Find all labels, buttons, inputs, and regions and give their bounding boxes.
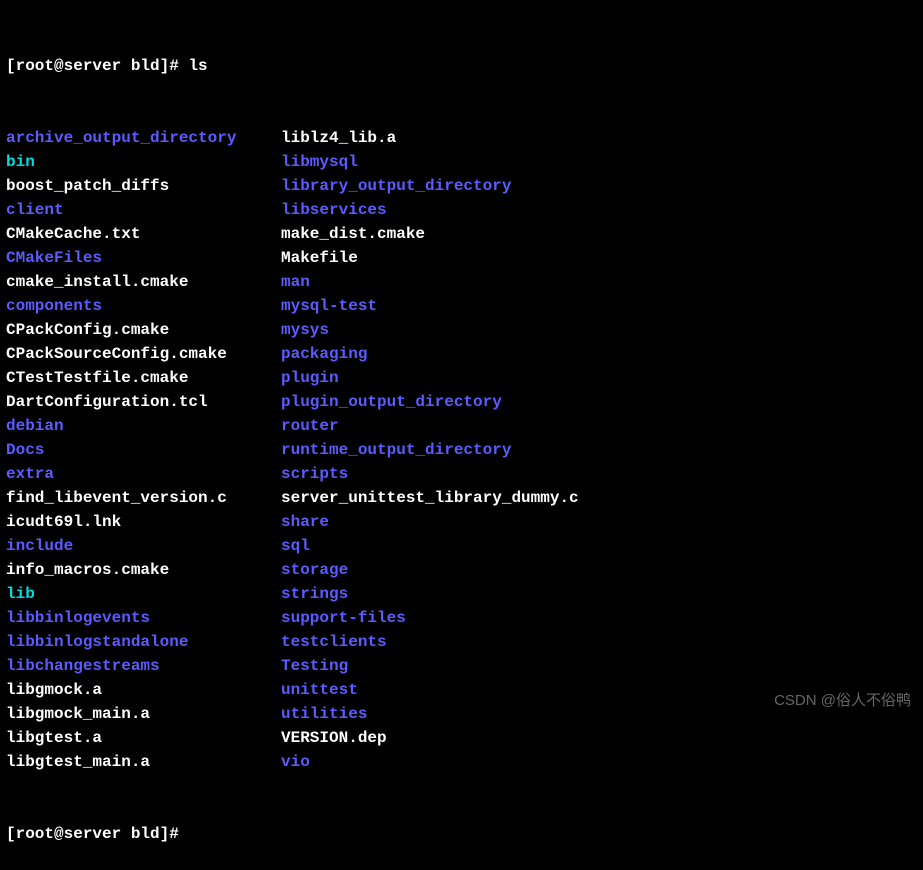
ls-entry: CMakeFiles: [6, 246, 281, 270]
listing-row: CPackSourceConfig.cmakepackaging: [6, 342, 917, 366]
ls-entry: libbinlogevents: [6, 606, 281, 630]
command-text: ls: [188, 57, 207, 75]
ls-entry: libbinlogstandalone: [6, 630, 281, 654]
listing-row: clientlibservices: [6, 198, 917, 222]
ls-entry: support-files: [281, 606, 406, 630]
ls-entry: testclients: [281, 630, 387, 654]
ls-entry: library_output_directory: [281, 174, 511, 198]
ls-entry: strings: [281, 582, 348, 606]
ls-listing: archive_output_directoryliblz4_lib.abinl…: [6, 126, 917, 774]
ls-entry: Testing: [281, 654, 348, 678]
listing-row: libchangestreamsTesting: [6, 654, 917, 678]
ls-entry: man: [281, 270, 310, 294]
listing-row: CPackConfig.cmakemysys: [6, 318, 917, 342]
listing-row: archive_output_directoryliblz4_lib.a: [6, 126, 917, 150]
ls-entry: VERSION.dep: [281, 726, 387, 750]
ls-entry: vio: [281, 750, 310, 774]
listing-row: CTestTestfile.cmakeplugin: [6, 366, 917, 390]
ls-entry: debian: [6, 414, 281, 438]
listing-row: libstrings: [6, 582, 917, 606]
listing-row: CMakeFilesMakefile: [6, 246, 917, 270]
shell-prompt: [root@server bld]#: [6, 825, 179, 843]
ls-entry: archive_output_directory: [6, 126, 281, 150]
ls-entry: libgmock_main.a: [6, 702, 281, 726]
ls-entry: mysys: [281, 318, 329, 342]
ls-entry: utilities: [281, 702, 367, 726]
ls-entry: mysql-test: [281, 294, 377, 318]
ls-entry: CMakeCache.txt: [6, 222, 281, 246]
ls-entry: Makefile: [281, 246, 358, 270]
ls-entry: bin: [6, 150, 281, 174]
listing-row: binlibmysql: [6, 150, 917, 174]
listing-row: icudt69l.lnkshare: [6, 510, 917, 534]
ls-entry: runtime_output_directory: [281, 438, 511, 462]
ls-entry: CPackConfig.cmake: [6, 318, 281, 342]
terminal-output[interactable]: [root@server bld]# ls archive_output_dir…: [6, 6, 917, 870]
listing-row: debianrouter: [6, 414, 917, 438]
ls-entry: icudt69l.lnk: [6, 510, 281, 534]
listing-row: info_macros.cmakestorage: [6, 558, 917, 582]
ls-entry: make_dist.cmake: [281, 222, 425, 246]
ls-entry: components: [6, 294, 281, 318]
ls-entry: CTestTestfile.cmake: [6, 366, 281, 390]
ls-entry: server_unittest_library_dummy.c: [281, 486, 579, 510]
ls-entry: scripts: [281, 462, 348, 486]
ls-entry: libchangestreams: [6, 654, 281, 678]
ls-entry: lib: [6, 582, 281, 606]
prompt-line: [root@server bld]#: [6, 822, 917, 846]
shell-prompt: [root@server bld]#: [6, 57, 188, 75]
ls-entry: client: [6, 198, 281, 222]
ls-entry: share: [281, 510, 329, 534]
prompt-line: [root@server bld]# ls: [6, 54, 917, 78]
ls-entry: liblz4_lib.a: [281, 126, 396, 150]
listing-row: boost_patch_diffslibrary_output_director…: [6, 174, 917, 198]
ls-entry: libgmock.a: [6, 678, 281, 702]
listing-row: libgtest_main.avio: [6, 750, 917, 774]
listing-row: cmake_install.cmakeman: [6, 270, 917, 294]
listing-row: libgtest.aVERSION.dep: [6, 726, 917, 750]
ls-entry: CPackSourceConfig.cmake: [6, 342, 281, 366]
ls-entry: info_macros.cmake: [6, 558, 281, 582]
ls-entry: libgtest_main.a: [6, 750, 281, 774]
ls-entry: DartConfiguration.tcl: [6, 390, 281, 414]
ls-entry: packaging: [281, 342, 367, 366]
ls-entry: libgtest.a: [6, 726, 281, 750]
ls-entry: libservices: [281, 198, 387, 222]
ls-entry: libmysql: [281, 150, 358, 174]
ls-entry: plugin_output_directory: [281, 390, 502, 414]
ls-entry: boost_patch_diffs: [6, 174, 281, 198]
ls-entry: extra: [6, 462, 281, 486]
listing-row: DartConfiguration.tclplugin_output_direc…: [6, 390, 917, 414]
listing-row: libbinlogeventssupport-files: [6, 606, 917, 630]
ls-entry: cmake_install.cmake: [6, 270, 281, 294]
ls-entry: include: [6, 534, 281, 558]
ls-entry: router: [281, 414, 339, 438]
ls-entry: storage: [281, 558, 348, 582]
listing-row: extrascripts: [6, 462, 917, 486]
ls-entry: sql: [281, 534, 310, 558]
ls-entry: unittest: [281, 678, 358, 702]
listing-row: CMakeCache.txtmake_dist.cmake: [6, 222, 917, 246]
ls-entry: plugin: [281, 366, 339, 390]
listing-row: componentsmysql-test: [6, 294, 917, 318]
listing-row: includesql: [6, 534, 917, 558]
listing-row: Docsruntime_output_directory: [6, 438, 917, 462]
ls-entry: find_libevent_version.c: [6, 486, 281, 510]
watermark-text: CSDN @俗人不俗鸭: [774, 690, 911, 713]
listing-row: libbinlogstandalonetestclients: [6, 630, 917, 654]
ls-entry: Docs: [6, 438, 281, 462]
listing-row: find_libevent_version.cserver_unittest_l…: [6, 486, 917, 510]
